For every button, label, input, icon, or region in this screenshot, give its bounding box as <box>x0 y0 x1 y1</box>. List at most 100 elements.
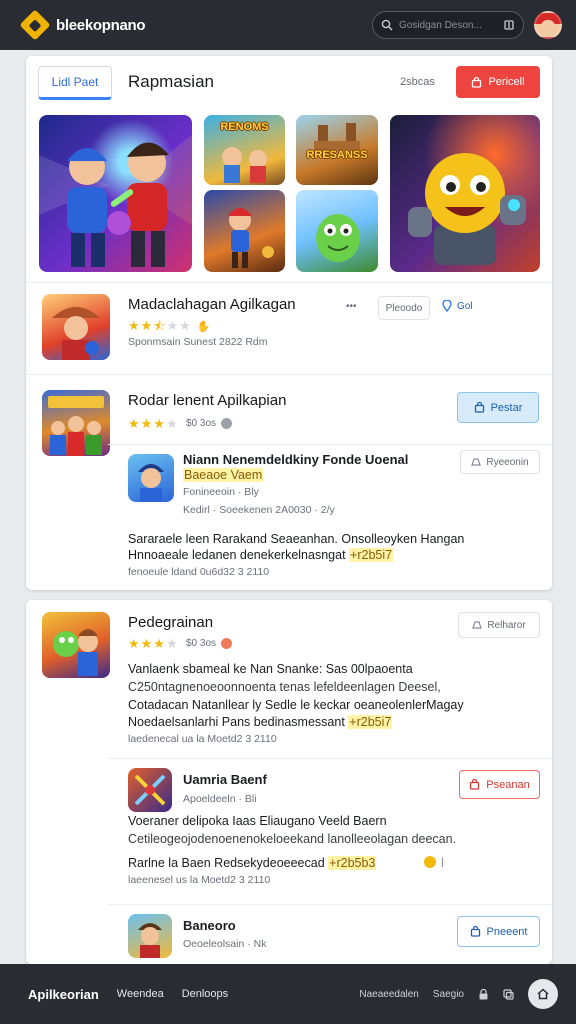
sub-app-button[interactable]: Pneeent <box>457 916 540 947</box>
sub-app-highlight: Baeaoe Vaem <box>183 468 264 482</box>
footer-link-windows[interactable]: Weendea <box>117 988 164 1000</box>
featured-action-label: Pericell <box>488 76 525 88</box>
sub-app-line-2: Cetileogeojodenoenenokeloeekand lanollee… <box>128 832 457 846</box>
app-line-1: Vanlaenk sbameal ke Nan Snanke: Sas 00lp… <box>128 662 413 676</box>
section-title: Rapmasian <box>128 72 214 91</box>
featured-card: Lidl Paet Rapmasian 2sbcas Pericell RENO… <box>26 56 552 590</box>
duo-illustration <box>53 629 98 676</box>
featured-art-heroes[interactable] <box>39 115 192 272</box>
featured-art-adventure[interactable] <box>204 190 285 272</box>
app-line-3: Cotadacan Natanllear ly Sedle le keckar … <box>128 698 464 712</box>
location-button[interactable]: Gol <box>442 300 473 312</box>
copy-icon[interactable] <box>503 988 514 1000</box>
lock-icon[interactable] <box>478 988 489 1000</box>
featured-art-robot[interactable] <box>390 115 540 272</box>
app-icon[interactable] <box>42 612 110 678</box>
coin-icon: | <box>424 856 444 868</box>
divider <box>108 444 552 445</box>
logo-icon[interactable] <box>19 9 51 41</box>
sub-app-title[interactable]: Niann Nenemdeldkiny Fonde Uoenal <box>183 452 408 467</box>
boy-illustration <box>138 464 164 502</box>
user-avatar[interactable] <box>534 11 562 39</box>
footer-link-settings[interactable]: Saegio <box>433 989 464 1000</box>
search-icon <box>381 19 393 31</box>
divider <box>108 758 552 759</box>
section-count: 2sbcas <box>400 76 435 88</box>
install-button[interactable]: Pestar <box>457 392 539 423</box>
bottom-bar: Apilkeorian Weendea Denloops Naeaeedalen… <box>0 964 576 1024</box>
divider <box>108 904 552 905</box>
sub-app-line-3: Rarlne la Baen Redsekydeoeeecad <box>128 856 325 870</box>
app-icon[interactable] <box>42 294 110 360</box>
app-description-2: Hnnoaeale ledanen denekerkelnasngat <box>128 548 346 562</box>
crossed-swords-icon <box>134 774 166 806</box>
tile-label-renoms: RENOMS <box>220 121 269 133</box>
sub-app-icon[interactable] <box>128 914 172 958</box>
app-rating-stars: ★★★★ <box>128 416 179 431</box>
more-dots-icon[interactable]: ••• <box>346 301 357 312</box>
bag-icon <box>474 402 484 413</box>
sub-app-icon[interactable] <box>128 768 172 812</box>
review-label: Ryeeonin <box>486 456 529 468</box>
robot-illustration <box>408 153 526 265</box>
sub-app-footer: laeenesel us la Moetd2 3 2110 <box>128 874 271 886</box>
sub-app-title[interactable]: Uamria Baenf <box>183 772 267 787</box>
search-box[interactable]: Gosidgan Deson... <box>372 11 524 39</box>
sub-app-line-1: Voeraner delipoka Iaas Eliaugano Veeld B… <box>128 814 387 828</box>
sub-app-meta: Oeoeleolsain · Nk <box>183 938 267 950</box>
sub-app-button-label: Pneeent <box>486 925 528 938</box>
app-title[interactable]: Madaclahagan Agilkagan <box>128 296 296 313</box>
app-footer: laedenecal ua la Moetd2 3 2110 <box>128 733 277 745</box>
sub-app-meta2: Kedirl · Soeekenen 2A0030 · 2/y <box>183 504 335 516</box>
bag-icon <box>470 926 480 937</box>
app-meta: Sponmsain Sunest 2822 Rdm <box>128 336 268 348</box>
sub-app-button[interactable]: Pseanan <box>459 770 540 799</box>
tab-featured[interactable]: Lidl Paet <box>38 66 112 100</box>
search-input[interactable]: Gosidgan Deson... <box>399 20 497 31</box>
divider <box>26 282 552 283</box>
preview-button[interactable]: Pleoodo <box>378 296 430 320</box>
sub-app-button-label: Pseanan <box>486 778 530 791</box>
adventure-illustration <box>228 208 274 268</box>
sub-app-title[interactable]: Baneoro <box>183 918 236 933</box>
sub-app-icon[interactable] <box>128 454 174 502</box>
pin-icon <box>442 300 452 312</box>
app-description-highlight: +r2b5i7 <box>349 548 394 562</box>
review-button[interactable]: Ryeeonin <box>460 450 540 474</box>
share-label: Relharor <box>487 619 526 631</box>
status-dot-icon <box>221 418 233 429</box>
featured-art-rresanss[interactable]: RRESANSS <box>296 115 378 185</box>
sub-app-meta: Fonineeoin · Bly <box>183 486 259 498</box>
app-score: $0 3os <box>186 418 233 429</box>
featured-art-monster[interactable] <box>296 190 378 272</box>
review-icon <box>471 458 482 466</box>
home-fab-button[interactable] <box>528 979 558 1009</box>
monster-illustration <box>316 214 360 262</box>
app-title[interactable]: Pedegrainan <box>128 614 213 631</box>
app-score-label: $0 3os <box>186 418 217 429</box>
app-title[interactable]: Rodar lenent Apilkapian <box>128 392 286 409</box>
heroes-illustration <box>39 135 192 267</box>
review-icon <box>472 621 483 629</box>
bag-icon <box>472 76 482 88</box>
footer-link-news[interactable]: Naeaeedalen <box>359 989 419 1000</box>
brand-name[interactable]: bleekopnano <box>56 17 146 34</box>
sub-app-line-3-highlight: +r2b5b3 <box>328 856 377 870</box>
app-footer: fenoeule ldand 0u6d32 3 2110 <box>128 566 270 578</box>
filter-icon[interactable] <box>503 19 515 31</box>
divider <box>26 374 552 375</box>
app-score: $0 3os <box>186 638 233 649</box>
footer-brand[interactable]: Apilkeorian <box>28 987 99 1002</box>
top-bar: bleekopnano Gosidgan Deson... <box>0 0 576 50</box>
app-line-2: C250ntagnenoeoonnoenta tenas lefeldeenla… <box>128 680 441 694</box>
app-line-4: Noedaelsanlarhi Pans bedinasmessant <box>128 715 345 729</box>
share-button[interactable]: Relharor <box>458 612 540 638</box>
bag-icon <box>470 779 480 790</box>
featured-action-button[interactable]: Pericell <box>456 66 540 98</box>
preview-label: Pleoodo <box>385 302 423 314</box>
cowboy-illustration <box>52 307 100 360</box>
footer-link-downloads[interactable]: Denloops <box>182 988 228 1000</box>
hero-portrait-illustration <box>138 923 162 958</box>
app-icon[interactable] <box>42 390 110 456</box>
featured-art-renoms[interactable]: RENOMS <box>204 115 285 185</box>
